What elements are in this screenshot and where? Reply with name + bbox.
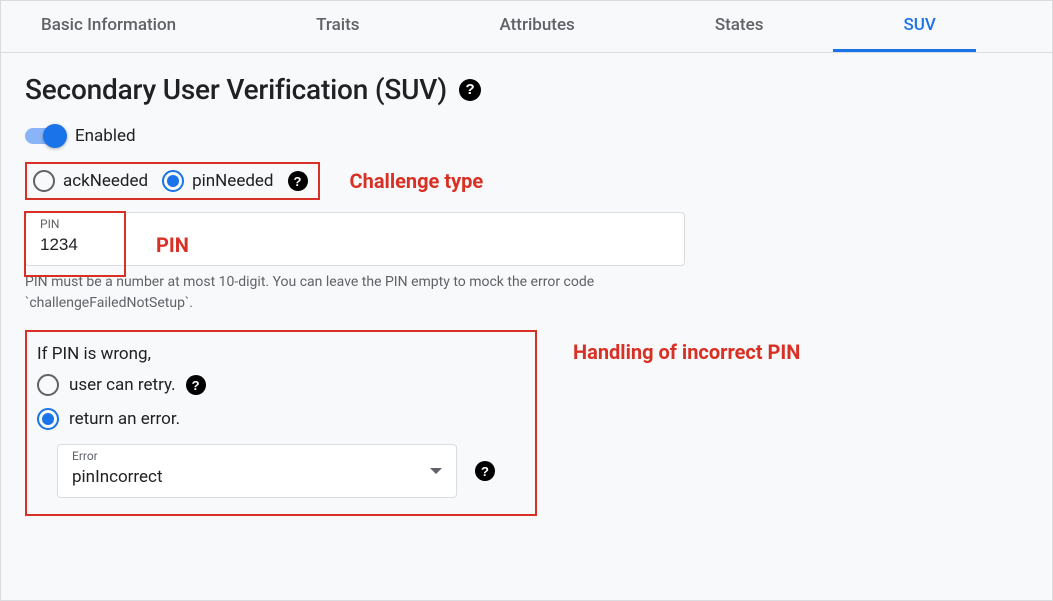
- tab-bar: Basic Information Traits Attributes Stat…: [1, 1, 1052, 53]
- error-select-label: Error: [72, 449, 98, 463]
- wrong-pin-title: If PIN is wrong,: [37, 344, 521, 364]
- chevron-down-icon: [430, 468, 442, 474]
- radio-ackneeded-label: ackNeeded: [63, 171, 148, 191]
- radio-ackneeded[interactable]: ackNeeded: [33, 170, 148, 192]
- radio-circle-selected-icon: [37, 408, 59, 430]
- radio-return-error[interactable]: return an error.: [37, 408, 521, 430]
- radio-dot-icon: [42, 413, 54, 425]
- radio-return-error-label: return an error.: [69, 409, 180, 429]
- challenge-type-radio-group: ackNeeded pinNeeded ?: [27, 164, 318, 198]
- radio-pinneeded[interactable]: pinNeeded: [162, 170, 273, 192]
- page-title: Secondary User Verification (SUV): [25, 73, 447, 106]
- tab-suv[interactable]: SUV: [833, 1, 975, 52]
- tab-states[interactable]: States: [645, 1, 834, 52]
- radio-dot-icon: [167, 175, 179, 187]
- challenge-type-row: ackNeeded pinNeeded ? Challenge type: [25, 162, 1028, 200]
- tab-basic-information[interactable]: Basic Information: [21, 1, 246, 52]
- tab-traits[interactable]: Traits: [246, 1, 429, 52]
- error-select[interactable]: Error pinIncorrect: [57, 444, 457, 498]
- enabled-toggle[interactable]: [25, 128, 65, 144]
- enabled-toggle-row: Enabled: [25, 126, 1028, 146]
- annotation-incorrect-pin: Handling of incorrect PIN: [573, 338, 800, 366]
- radio-circle-icon: [33, 170, 55, 192]
- pin-field[interactable]: PIN PIN: [25, 212, 685, 266]
- pin-field-wrapper: PIN PIN: [25, 212, 1028, 266]
- radio-circle-selected-icon: [162, 170, 184, 192]
- pin-input[interactable]: [40, 235, 670, 255]
- wrong-pin-radio-group: user can retry. ? return an error.: [37, 374, 521, 430]
- pin-field-label: PIN: [40, 217, 59, 231]
- annotation-pin: PIN: [156, 233, 189, 257]
- error-select-row: Error pinIncorrect ?: [57, 444, 521, 498]
- enabled-toggle-label: Enabled: [75, 126, 136, 146]
- annotation-challenge-type: Challenge type: [350, 169, 484, 193]
- error-handling-row: If PIN is wrong, user can retry. ? retur…: [25, 330, 1028, 516]
- radio-user-can-retry-label: user can retry.: [69, 375, 176, 395]
- error-select-value: pinIncorrect: [72, 467, 442, 487]
- page-title-row: Secondary User Verification (SUV) ?: [25, 73, 1028, 106]
- tab-attributes[interactable]: Attributes: [429, 1, 644, 52]
- help-icon[interactable]: ?: [459, 79, 481, 101]
- annotation-box-challenge-type: ackNeeded pinNeeded ?: [25, 162, 320, 200]
- radio-circle-icon: [37, 374, 59, 396]
- app-window: Basic Information Traits Attributes Stat…: [0, 0, 1053, 601]
- toggle-knob: [43, 124, 67, 148]
- radio-user-can-retry[interactable]: user can retry. ?: [37, 374, 521, 396]
- annotation-box-error-handling: If PIN is wrong, user can retry. ? retur…: [25, 330, 537, 516]
- content-area: Secondary User Verification (SUV) ? Enab…: [1, 53, 1052, 536]
- radio-pinneeded-label: pinNeeded: [192, 171, 273, 191]
- pin-helper-text: PIN must be a number at most 10-digit. Y…: [25, 272, 685, 314]
- help-icon[interactable]: ?: [186, 375, 206, 395]
- help-icon[interactable]: ?: [475, 461, 495, 481]
- help-icon[interactable]: ?: [288, 171, 308, 191]
